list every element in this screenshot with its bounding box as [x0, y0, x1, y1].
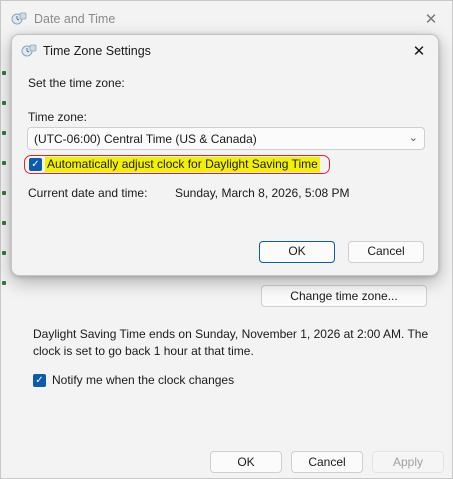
dialog-ok-button[interactable]: OK [259, 241, 335, 263]
change-time-zone-button[interactable]: Change time zone... [261, 285, 427, 307]
parent-close-icon[interactable]: ✕ [418, 7, 444, 31]
auto-dst-label: Automatically adjust clock for Daylight … [45, 157, 320, 172]
parent-ok-button[interactable]: OK [210, 451, 282, 473]
current-date-time-label: Current date and time: [28, 186, 148, 200]
clock-globe-icon [11, 12, 27, 25]
notify-checkbox-row[interactable]: ✓ Notify me when the clock changes [33, 373, 234, 387]
dialog-close-icon[interactable]: ✕ [406, 39, 432, 63]
notify-label: Notify me when the clock changes [52, 373, 235, 387]
time-zone-dropdown[interactable]: (UTC-06:00) Central Time (US & Canada) ⌄ [27, 127, 425, 150]
parent-window-title: Date and Time [34, 12, 116, 26]
time-zone-value: (UTC-06:00) Central Time (US & Canada) [34, 132, 257, 146]
parent-title-bar: Date and Time ✕ [1, 1, 452, 37]
set-time-zone-label: Set the time zone: [28, 76, 125, 90]
time-zone-settings-dialog: Time Zone Settings ✕ Set the time zone: … [11, 34, 439, 276]
parent-cancel-button[interactable]: Cancel [291, 451, 363, 473]
clock-globe-icon [21, 44, 37, 57]
parent-button-bar: OK Cancel Apply [1, 445, 452, 479]
time-zone-label: Time zone: [28, 110, 87, 124]
current-date-time-value: Sunday, March 8, 2026, 5:08 PM [175, 186, 350, 200]
notify-checkbox[interactable]: ✓ [33, 373, 46, 387]
dialog-title-bar: Time Zone Settings ✕ [12, 35, 438, 67]
auto-dst-checkbox[interactable]: ✓ [29, 158, 42, 171]
auto-dst-checkbox-row[interactable]: ✓ Automatically adjust clock for Dayligh… [24, 155, 330, 174]
dialog-cancel-button[interactable]: Cancel [348, 241, 424, 263]
chevron-down-icon: ⌄ [408, 132, 418, 144]
dst-notice-text: Daylight Saving Time ends on Sunday, Nov… [33, 327, 429, 358]
parent-apply-button[interactable]: Apply [372, 451, 444, 473]
left-tab-strip [1, 61, 7, 291]
dialog-title: Time Zone Settings [43, 44, 151, 58]
